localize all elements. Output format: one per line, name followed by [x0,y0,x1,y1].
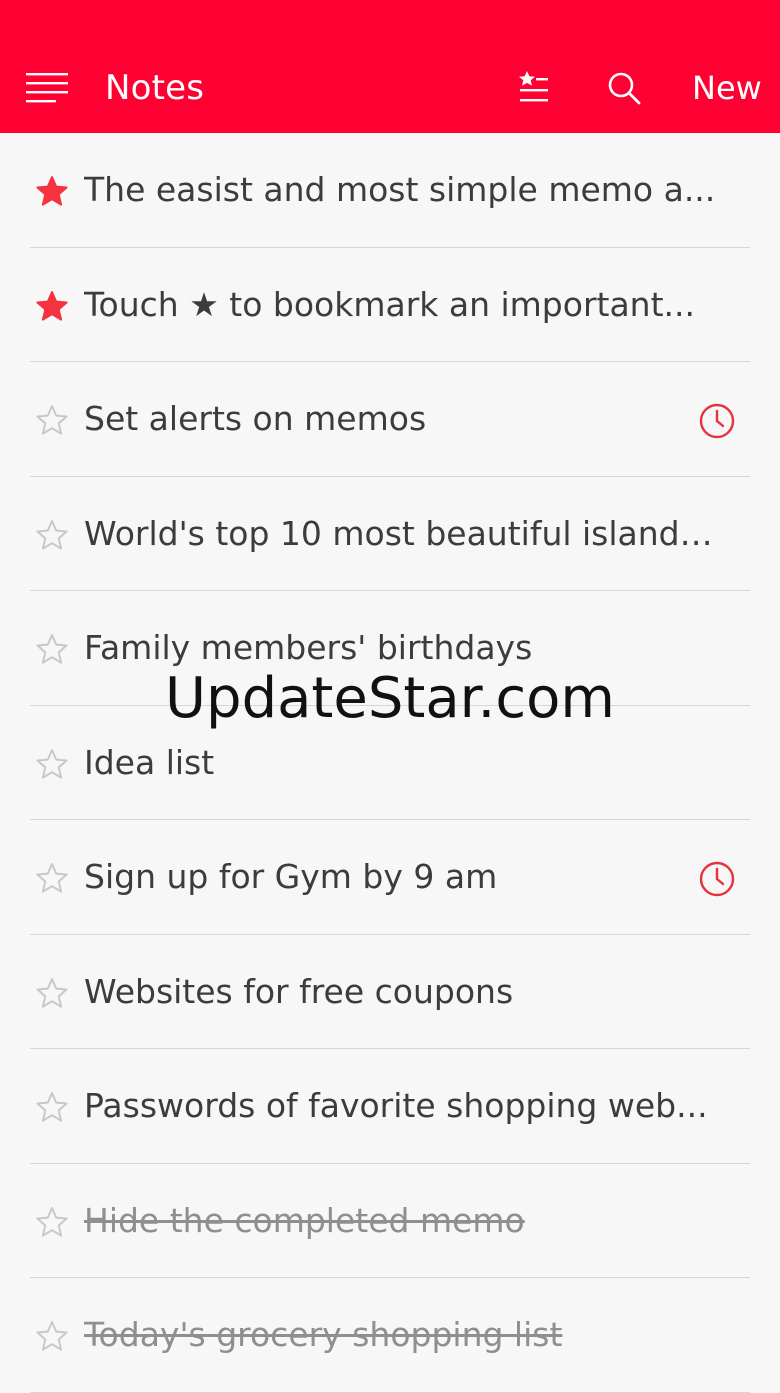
note-row[interactable]: Set alerts on memos [0,362,780,477]
note-row[interactable]: Sign up for Gym by 9 am [0,820,780,935]
star-outline-icon[interactable] [34,861,70,897]
note-row[interactable]: The easist and most simple memo a... [0,133,780,248]
star-outline-icon[interactable] [34,976,70,1012]
alarm-clock-icon[interactable] [698,402,736,440]
note-title: Passwords of favorite shopping web... [84,1086,708,1125]
note-row[interactable]: World's top 10 most beautiful islands... [0,477,780,591]
new-note-button[interactable]: New [692,66,762,110]
star-outline-icon[interactable] [34,632,70,668]
star-list-icon [519,71,548,102]
starred-filter-button[interactable] [516,70,550,106]
note-title: Idea list [84,742,215,782]
star-outline-icon[interactable] [34,1205,70,1241]
star-filled-icon[interactable] [34,289,70,325]
search-icon [608,72,641,105]
note-row[interactable]: Hide the completed memo [0,1164,780,1278]
note-row[interactable]: Touch ★ to bookmark an important... [0,248,780,362]
note-row[interactable]: Websites for free coupons [0,935,780,1049]
note-title: Touch ★ to bookmark an important... [84,284,695,324]
note-title: Websites for free coupons [84,971,514,1011]
note-list: The easist and most simple memo a... Touc… [0,133,780,1393]
search-button[interactable] [606,70,642,106]
alarm-clock-icon[interactable] [698,860,736,898]
note-title: Family members' birthdays [84,628,533,667]
star-outline-icon[interactable] [34,747,70,783]
page-title: Notes [105,68,205,108]
note-title: Sign up for Gym by 9 am [84,857,498,896]
star-filled-icon[interactable] [34,174,70,210]
note-title: Set alerts on memos [84,399,427,438]
menu-button[interactable] [26,72,68,106]
note-row[interactable]: Today's grocery shopping list [0,1278,780,1393]
note-title: World's top 10 most beautiful islands... [84,513,724,553]
star-outline-icon[interactable] [34,1319,70,1355]
note-title: Hide the completed memo [84,1200,525,1240]
note-row[interactable]: Family members' birthdays [0,591,780,706]
top-bar: Notes New [0,0,780,133]
star-outline-icon[interactable] [34,403,70,439]
note-row[interactable]: Passwords of favorite shopping web... [0,1049,780,1164]
star-outline-icon[interactable] [34,518,70,554]
note-title: Today's grocery shopping list [84,1315,563,1354]
menu-icon [26,73,68,103]
note-row[interactable]: Idea list [0,706,780,820]
row-divider [30,1391,750,1393]
note-title: The easist and most simple memo a... [84,170,716,209]
star-outline-icon[interactable] [34,1090,70,1126]
